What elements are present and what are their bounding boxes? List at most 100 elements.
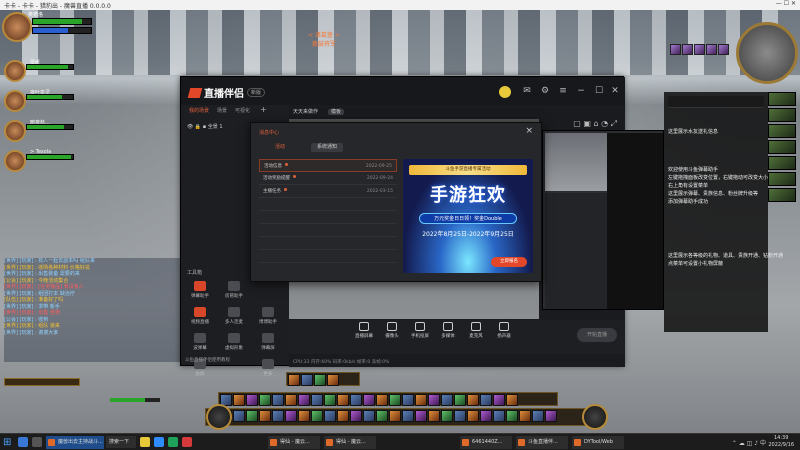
action-slot[interactable] [301,374,313,386]
preview-tools[interactable]: ▢ ▣ ⌂ ◔ ⤢ [573,119,617,129]
user-avatar[interactable] [499,86,511,98]
menu-icon[interactable]: ≡ [557,85,569,97]
tool-danmaku-screen[interactable]: 弹幕屏 [253,333,283,355]
version-badge[interactable]: 新版 [247,88,266,97]
tracker-item[interactable] [768,124,796,138]
pet-frame[interactable] [96,396,166,410]
panel-header[interactable] [668,96,764,108]
danmaku-helper-panel[interactable]: 这里展示水友送礼信息 欢迎使用斗鱼弹幕助手 左键拖拽面板改变位置，右键拖动可改变… [664,92,783,332]
action-slot[interactable] [350,394,362,406]
taskbar-app[interactable]: 6461440Z... [460,436,512,449]
action-slot[interactable] [246,394,258,406]
app-icon[interactable] [182,437,192,447]
speaker-button[interactable]: 扬声器 [489,322,519,339]
action-slot[interactable] [298,410,310,422]
action-slot[interactable] [480,394,492,406]
action-slot[interactable] [467,394,479,406]
party-member-frame[interactable]: 夜叶泉灵 [4,90,74,112]
app-icon[interactable] [168,437,178,447]
action-slot[interactable] [376,410,388,422]
taskbar-app[interactable]: DYTool/Web [572,436,624,449]
add-scene-icon[interactable]: + [260,105,267,114]
action-slot[interactable] [428,410,440,422]
tab-my-scenes[interactable]: 我的场景 [189,107,209,114]
action-slot[interactable] [272,410,284,422]
action-slot[interactable] [233,394,245,406]
secondary-action-bar[interactable] [218,392,558,406]
tab-activity[interactable]: 活动 [269,143,291,152]
add-camera-button[interactable]: 摄像头 [377,322,407,339]
chat-tabs[interactable] [4,378,80,386]
action-slot[interactable] [314,374,326,386]
action-slot[interactable] [389,394,401,406]
tab-scenes[interactable]: 场景 [217,107,227,114]
action-slot[interactable] [506,394,518,406]
action-slot[interactable] [389,410,401,422]
action-slot[interactable] [311,394,323,406]
action-slot[interactable] [506,410,518,422]
main-action-bar[interactable] [205,408,605,426]
search-icon[interactable] [18,437,28,447]
tool-more[interactable]: 更多 [253,359,283,381]
taskbar-app[interactable]: 魔兽出去主持战斗... [46,436,104,449]
action-slot[interactable] [272,394,284,406]
signup-button[interactable]: 立即报名 [491,257,527,267]
system-tray[interactable]: ⌃ ☁ ◫ ♪ 中 [732,438,766,447]
action-slot[interactable] [493,410,505,422]
taskbar-app[interactable]: 得仙 - 魔云... [324,436,376,449]
message-item[interactable]: 活动奖励提醒 2022-09-24 [259,172,397,185]
party-portrait[interactable] [4,60,26,82]
pet-action-bar[interactable] [286,372,360,386]
close-icon[interactable]: × [525,126,533,136]
action-slot[interactable] [402,410,414,422]
action-slot[interactable] [311,410,323,422]
action-slot[interactable] [545,410,557,422]
taskbar-app[interactable]: 得仙 - 魔云... [268,436,320,449]
task-view-icon[interactable] [32,437,42,447]
action-slot[interactable] [246,410,258,422]
minimize-icon[interactable]: − [575,85,587,97]
event-banner[interactable]: 斗鱼手游直播专属活动 手游狂欢 万元奖金日日领！奖金Double 2022年8月… [403,159,533,273]
scene-nav-tabs[interactable]: 我的场景 场景 可视化 + [181,105,287,117]
chat-window[interactable]: [世界] [玩家] : 有人一起去副本吗 组队来 [世界] [玩家] : 收购各… [4,258,180,362]
action-slot[interactable] [233,410,245,422]
action-slot[interactable] [259,394,271,406]
action-slot[interactable] [285,410,297,422]
tracker-item[interactable] [768,108,796,122]
tool-avatar[interactable]: 虚拟形象 [219,333,249,355]
tool-wave-danmaku[interactable]: 波弹幕 [185,333,215,355]
taskbar-search[interactable]: 搜索一下 [106,436,136,448]
phone-cast-button[interactable]: 手机投屏 [405,322,435,339]
taskbar-clock[interactable]: 14:39 2022/9/16 [768,435,794,449]
settings-icon[interactable]: ⚙ [539,85,551,97]
add-screen-button[interactable]: 直播屏幕 [349,322,379,339]
action-slot[interactable] [402,394,414,406]
window-controls[interactable]: — ☐ ✕ [776,0,796,7]
folder-icon[interactable] [140,437,150,447]
tool-danmaku-helper[interactable]: 弹幕助手 [185,281,215,303]
tracker-item[interactable] [768,172,796,186]
tracker-item[interactable] [768,140,796,154]
action-slot[interactable] [298,394,310,406]
browser-icon[interactable] [154,437,164,447]
party-portrait[interactable] [4,120,26,142]
preview-tab[interactable]: 天天来做作 [293,109,318,115]
tool-video-live[interactable]: 视频直播 [185,307,215,329]
action-slot[interactable] [415,410,427,422]
preview-tab-chip[interactable]: 模板 [328,109,345,115]
action-slot[interactable] [363,410,375,422]
action-slot[interactable] [454,394,466,406]
mail-icon[interactable]: ✉ [521,85,533,97]
action-slot[interactable] [519,410,531,422]
party-portrait[interactable] [4,90,26,112]
add-media-button[interactable]: 多媒体 [433,322,463,339]
tool-bobo-helper[interactable]: 博博助手 [253,307,283,329]
action-slot[interactable] [363,394,375,406]
action-slot[interactable] [441,410,453,422]
windows-start-icon[interactable]: ⊞ [3,437,14,448]
maximize-icon[interactable]: ☐ [593,85,605,97]
tutorial-link[interactable]: 斗鱼直播伴侣使用教程 [185,357,230,363]
action-slot[interactable] [428,394,440,406]
action-slot[interactable] [467,410,479,422]
minimap[interactable] [736,22,798,84]
